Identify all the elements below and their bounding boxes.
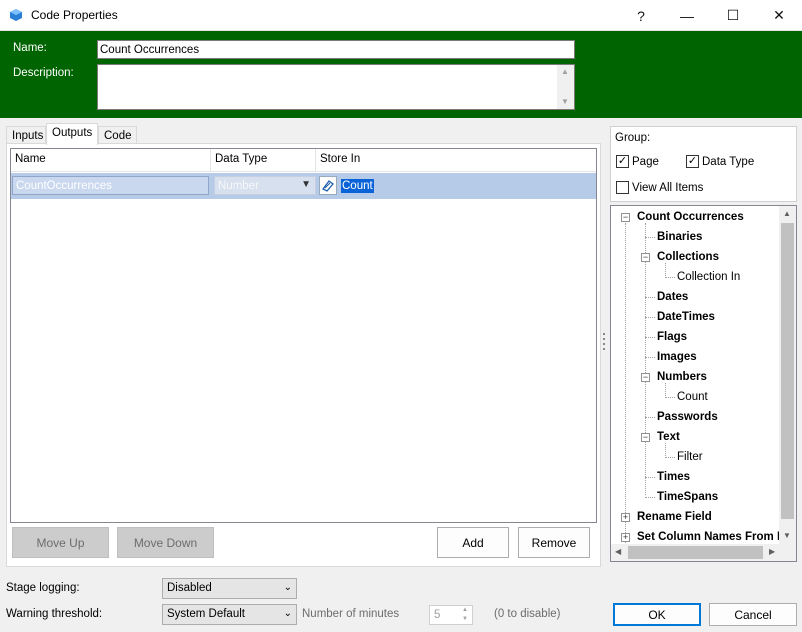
tree-horizontal-scrollbar[interactable]: ◀ ▶: [611, 544, 796, 561]
description-scrollbar[interactable]: ▲ ▼: [557, 65, 574, 109]
scroll-up-icon[interactable]: ▲: [561, 67, 569, 76]
add-button[interactable]: Add: [437, 527, 509, 558]
tree-item-rename-field[interactable]: Rename Field: [637, 511, 712, 523]
description-label: Description:: [13, 67, 74, 79]
view-all-items-checkbox[interactable]: [616, 181, 629, 194]
row-data-type-cell[interactable]: Number ▼: [214, 176, 316, 195]
expand-icon[interactable]: +: [621, 533, 630, 542]
data-type-checkbox-label[interactable]: Data Type: [702, 156, 754, 168]
app-icon: [10, 9, 22, 21]
tree-item-set-column-names[interactable]: Set Column Names From E: [637, 531, 785, 543]
minutes-stepper[interactable]: 5 ▲ ▼: [429, 605, 473, 625]
remove-button[interactable]: Remove: [518, 527, 590, 558]
stage-logging-select[interactable]: Disabled ⌄: [162, 578, 297, 599]
name-label: Name:: [13, 42, 47, 54]
column-name[interactable]: Name: [11, 149, 211, 172]
outputs-panel: Name Data Type Store In CountOccurrences…: [6, 143, 601, 567]
name-input[interactable]: Count Occurrences: [97, 40, 575, 59]
help-button[interactable]: ?: [618, 0, 664, 31]
data-items-tree[interactable]: − Count Occurrences Binaries − Collectio…: [610, 205, 797, 562]
row-store-in-cell[interactable]: Count: [341, 179, 374, 193]
warning-threshold-value: System Default: [167, 608, 245, 620]
collapse-icon[interactable]: −: [621, 213, 630, 222]
tree-root[interactable]: Count Occurrences: [637, 211, 744, 223]
scroll-down-icon[interactable]: ▼: [783, 531, 791, 540]
outputs-grid: Name Data Type Store In CountOccurrences…: [10, 148, 597, 523]
minutes-label: Number of minutes: [302, 608, 400, 620]
data-type-checkbox[interactable]: ✓: [686, 155, 699, 168]
ok-button[interactable]: OK: [613, 603, 701, 626]
move-down-button[interactable]: Move Down: [117, 527, 214, 558]
row-name-cell[interactable]: CountOccurrences: [12, 176, 209, 195]
tree-item-flags[interactable]: Flags: [657, 331, 687, 343]
scroll-right-icon[interactable]: ▶: [769, 547, 775, 556]
warning-threshold-select[interactable]: System Default ⌄: [162, 604, 297, 625]
tree-item-datetimes[interactable]: DateTimes: [657, 311, 715, 323]
tree-item-passwords[interactable]: Passwords: [657, 411, 718, 423]
chevron-down-icon: ⌄: [283, 608, 292, 619]
tree-item-timespans[interactable]: TimeSpans: [657, 491, 718, 503]
group-options: Group: ✓ Page ✓ Data Type View All Items: [610, 126, 797, 202]
data-item-icon[interactable]: [319, 176, 337, 195]
splitter-handle[interactable]: [602, 333, 606, 353]
tree-item-binaries[interactable]: Binaries: [657, 231, 702, 243]
scroll-thumb[interactable]: [781, 223, 794, 519]
properties-header: Name: Count Occurrences Description: ▲ ▼: [0, 31, 802, 118]
scroll-thumb[interactable]: [628, 546, 763, 559]
stage-logging-label: Stage logging:: [6, 582, 80, 594]
tree-item-filter[interactable]: Filter: [677, 451, 703, 463]
scroll-left-icon[interactable]: ◀: [615, 547, 621, 556]
minutes-hint: (0 to disable): [494, 608, 561, 620]
tab-outputs[interactable]: Outputs: [46, 123, 98, 145]
collapse-icon[interactable]: −: [641, 373, 650, 382]
move-up-button[interactable]: Move Up: [12, 527, 109, 558]
close-button[interactable]: ✕: [756, 0, 802, 31]
collapse-icon[interactable]: −: [641, 253, 650, 262]
tree-item-count[interactable]: Count: [677, 391, 708, 403]
maximize-button[interactable]: ☐: [710, 0, 756, 31]
stage-logging-value: Disabled: [167, 582, 212, 594]
tree-item-times[interactable]: Times: [657, 471, 690, 483]
page-checkbox-label[interactable]: Page: [632, 156, 659, 168]
scroll-down-icon[interactable]: ▼: [561, 97, 569, 106]
tree-item-numbers[interactable]: Numbers: [657, 371, 707, 383]
group-title: Group:: [615, 132, 651, 144]
cancel-button[interactable]: Cancel: [709, 603, 797, 626]
tree-item-collections[interactable]: Collections: [657, 251, 719, 263]
tree-item-text[interactable]: Text: [657, 431, 680, 443]
stepper-arrows-icon[interactable]: ▲ ▼: [458, 606, 472, 624]
page-checkbox[interactable]: ✓: [616, 155, 629, 168]
warning-threshold-label: Warning threshold:: [6, 608, 103, 620]
view-all-items-label[interactable]: View All Items: [632, 182, 703, 194]
grid-header: Name Data Type Store In: [11, 149, 596, 172]
window-title: Code Properties: [31, 8, 118, 22]
title-bar: Code Properties ? — ☐ ✕: [0, 0, 802, 31]
column-data-type[interactable]: Data Type: [211, 149, 316, 172]
minutes-value: 5: [434, 609, 441, 621]
tree-item-collection-in[interactable]: Collection In: [677, 271, 740, 283]
chevron-down-icon[interactable]: ▼: [301, 179, 311, 191]
column-store-in[interactable]: Store In: [316, 149, 596, 172]
chevron-down-icon: ⌄: [283, 582, 292, 593]
description-input[interactable]: ▲ ▼: [97, 64, 575, 110]
expand-icon[interactable]: +: [621, 513, 630, 522]
scroll-up-icon[interactable]: ▲: [783, 209, 791, 218]
row-data-type-value: Number: [218, 180, 259, 192]
tree-vertical-scrollbar[interactable]: ▲ ▼: [779, 206, 796, 544]
minimize-button[interactable]: —: [664, 0, 710, 31]
collapse-icon[interactable]: −: [641, 433, 650, 442]
tree-item-dates[interactable]: Dates: [657, 291, 688, 303]
table-row[interactable]: CountOccurrences Number ▼ Count: [11, 173, 596, 199]
tree-item-images[interactable]: Images: [657, 351, 697, 363]
